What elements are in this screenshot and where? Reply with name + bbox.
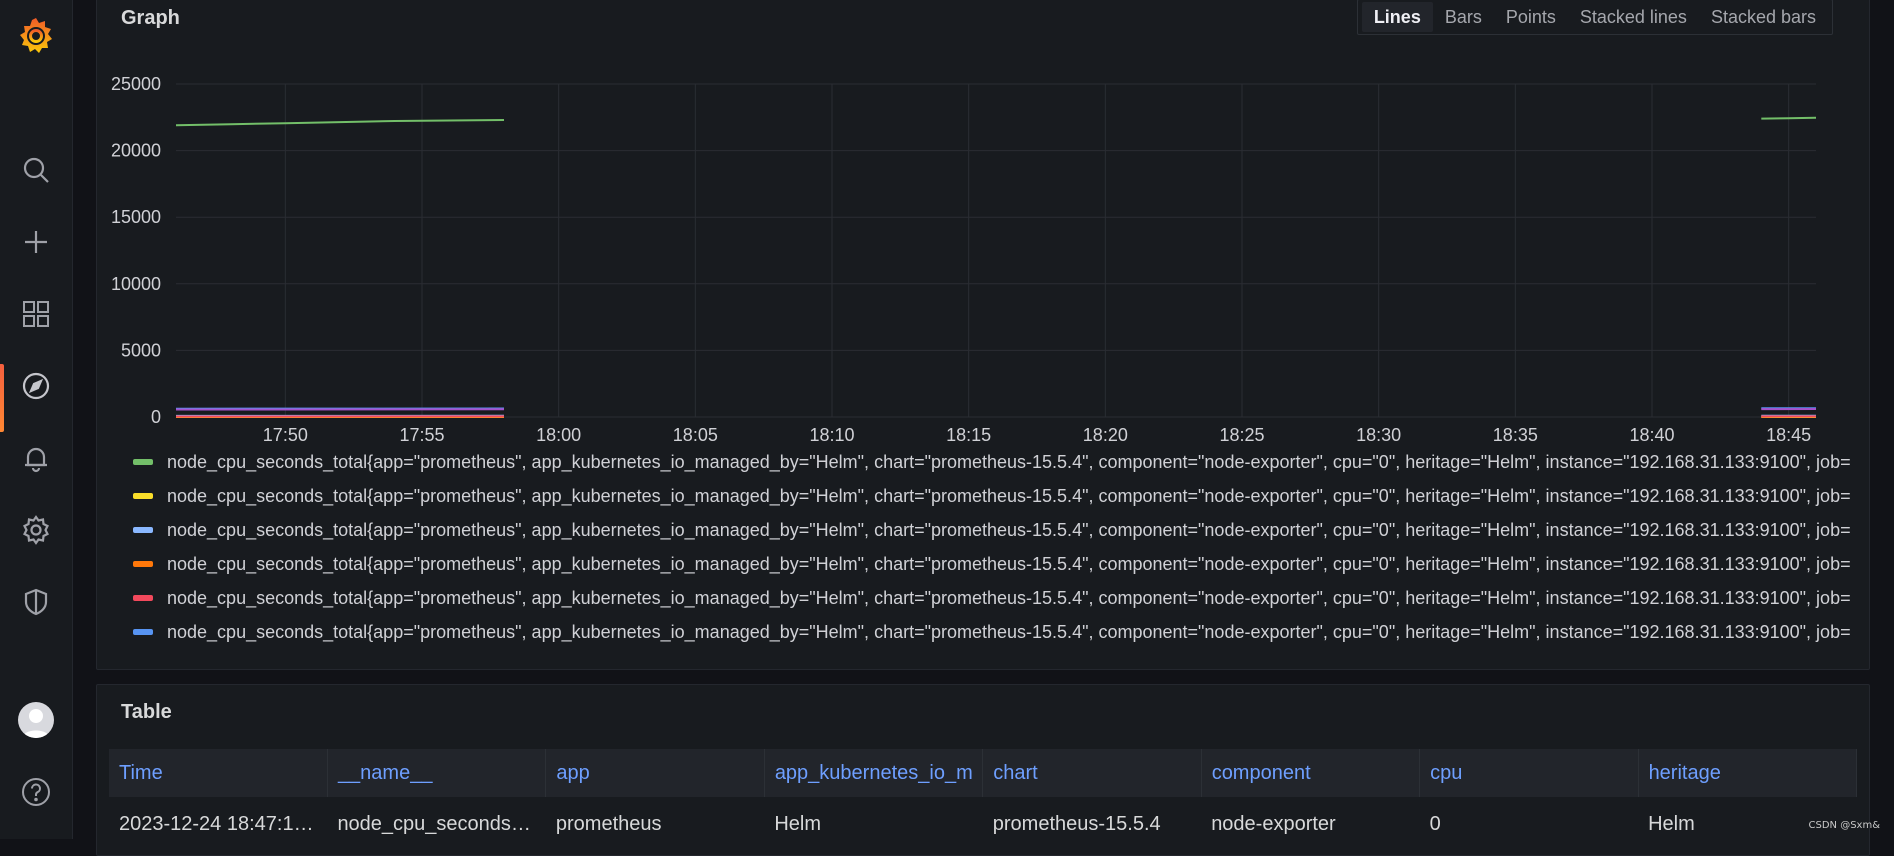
dashboards-icon[interactable] bbox=[0, 286, 72, 342]
line-chart[interactable]: 0 5000 10000 15000 20000 25000 17:50 17:55 18:00… bbox=[97, 0, 1869, 445]
x-tick-label: 18:25 bbox=[1219, 425, 1264, 445]
legend-item[interactable]: node_cpu_seconds_total{app="prometheus",… bbox=[133, 547, 1865, 581]
legend-swatch bbox=[133, 527, 153, 533]
table-cell: Helm bbox=[764, 797, 982, 851]
x-tick-label: 18:40 bbox=[1629, 425, 1674, 445]
series-line-0[interactable] bbox=[1761, 118, 1816, 119]
x-tick-label: 17:50 bbox=[263, 425, 308, 445]
y-tick-label: 20000 bbox=[111, 141, 161, 161]
legend-swatch bbox=[133, 459, 153, 465]
table-row[interactable]: 2023-12-24 18:47:1…node_cpu_seconds…prom… bbox=[109, 797, 1857, 851]
legend-label: node_cpu_seconds_total{app="prometheus",… bbox=[167, 588, 1851, 609]
table-header-row: Time__name__appapp_kubernetes_io_mchartc… bbox=[109, 749, 1857, 797]
help-icon[interactable] bbox=[0, 764, 72, 820]
legend-label: node_cpu_seconds_total{app="prometheus",… bbox=[167, 554, 1851, 575]
series-line-0[interactable] bbox=[176, 120, 504, 125]
table-panel: Table Time__name__appapp_kubernetes_io_m… bbox=[96, 684, 1870, 856]
legend-swatch bbox=[133, 561, 153, 567]
legend-swatch bbox=[133, 629, 153, 635]
table-cell: node_cpu_seconds… bbox=[327, 797, 545, 851]
table-column-header[interactable]: component bbox=[1201, 749, 1419, 797]
y-tick-label: 10000 bbox=[111, 274, 161, 294]
watermark: CSDN @Sxm& bbox=[1809, 820, 1881, 831]
chart-legend: node_cpu_seconds_total{app="prometheus",… bbox=[133, 445, 1865, 649]
x-tick-label: 18:00 bbox=[536, 425, 581, 445]
legend-label: node_cpu_seconds_total{app="prometheus",… bbox=[167, 452, 1851, 473]
legend-item[interactable]: node_cpu_seconds_total{app="prometheus",… bbox=[133, 581, 1865, 615]
search-icon[interactable] bbox=[0, 142, 72, 198]
x-tick-label: 18:10 bbox=[809, 425, 854, 445]
sidebar bbox=[0, 0, 73, 839]
y-tick-label: 0 bbox=[151, 407, 161, 427]
plus-icon[interactable] bbox=[0, 214, 72, 270]
legend-label: node_cpu_seconds_total{app="prometheus",… bbox=[167, 486, 1851, 507]
graph-panel: Graph Lines Bars Points Stacked lines St… bbox=[96, 0, 1870, 670]
x-tick-label: 18:35 bbox=[1493, 425, 1538, 445]
legend-swatch bbox=[133, 493, 153, 499]
table-column-header[interactable]: cpu bbox=[1420, 749, 1638, 797]
legend-label: node_cpu_seconds_total{app="prometheus",… bbox=[167, 520, 1851, 541]
y-tick-label: 15000 bbox=[111, 207, 161, 227]
explore-icon[interactable] bbox=[0, 358, 72, 414]
y-tick-label: 25000 bbox=[111, 74, 161, 94]
x-tick-label: 18:30 bbox=[1356, 425, 1401, 445]
grafana-logo-icon[interactable] bbox=[14, 14, 58, 58]
legend-label: node_cpu_seconds_total{app="prometheus",… bbox=[167, 622, 1851, 643]
table-cell: prometheus bbox=[546, 797, 764, 851]
bell-icon[interactable] bbox=[0, 430, 72, 486]
legend-item[interactable]: node_cpu_seconds_total{app="prometheus",… bbox=[133, 615, 1865, 649]
avatar[interactable] bbox=[18, 702, 54, 738]
table-column-header[interactable]: chart bbox=[983, 749, 1201, 797]
table-cell: 2023-12-24 18:47:1… bbox=[109, 797, 327, 851]
table-cell: node-exporter bbox=[1201, 797, 1419, 851]
x-tick-label: 18:45 bbox=[1766, 425, 1811, 445]
table-panel-title: Table bbox=[121, 701, 172, 724]
legend-swatch bbox=[133, 595, 153, 601]
x-tick-label: 17:55 bbox=[399, 425, 444, 445]
table-column-header[interactable]: Time bbox=[109, 749, 327, 797]
shield-icon[interactable] bbox=[0, 574, 72, 630]
table-column-header[interactable]: __name__ bbox=[327, 749, 545, 797]
table-cell: 0 bbox=[1420, 797, 1638, 851]
table-column-header[interactable]: app_kubernetes_io_m bbox=[764, 749, 982, 797]
legend-item[interactable]: node_cpu_seconds_total{app="prometheus",… bbox=[133, 513, 1865, 547]
legend-item[interactable]: node_cpu_seconds_total{app="prometheus",… bbox=[133, 479, 1865, 513]
x-tick-label: 18:05 bbox=[673, 425, 718, 445]
data-table: Time__name__appapp_kubernetes_io_mchartc… bbox=[109, 749, 1857, 851]
table-column-header[interactable]: app bbox=[546, 749, 764, 797]
x-tick-label: 18:20 bbox=[1083, 425, 1128, 445]
table-column-header[interactable]: heritage bbox=[1638, 749, 1856, 797]
x-tick-label: 18:15 bbox=[946, 425, 991, 445]
y-tick-label: 5000 bbox=[121, 340, 161, 360]
gear-icon[interactable] bbox=[0, 502, 72, 558]
table-cell: prometheus-15.5.4 bbox=[983, 797, 1201, 851]
legend-item[interactable]: node_cpu_seconds_total{app="prometheus",… bbox=[133, 445, 1865, 479]
